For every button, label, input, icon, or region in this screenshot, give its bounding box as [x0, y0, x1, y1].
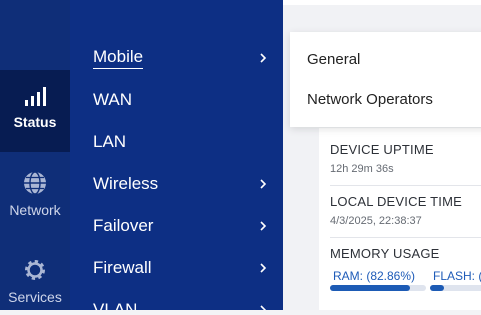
- signal-bars-icon: [25, 87, 46, 106]
- subnav-item-label: VLAN: [93, 300, 138, 310]
- divider: [330, 185, 481, 186]
- subnav-item-label: WAN: [93, 90, 133, 109]
- chevron-right-icon: [260, 305, 267, 310]
- memory-usage-title: MEMORY USAGE: [330, 246, 440, 261]
- flash-usage-bar-fill: [430, 285, 445, 291]
- rail-item-network[interactable]: Network: [0, 158, 70, 238]
- subnav-item-label: LAN: [93, 132, 127, 151]
- device-uptime-title: DEVICE UPTIME: [330, 142, 434, 157]
- flash-usage-bar: [430, 285, 481, 291]
- subnav-item-wan[interactable]: WAN: [93, 85, 268, 115]
- device-uptime-section: DEVICE UPTIME 12h 29m 36s: [330, 142, 481, 175]
- rail-item-label: Status: [13, 114, 57, 130]
- ram-usage-label: RAM: (82.86%): [333, 269, 416, 283]
- flash-usage-label: FLASH: (: [433, 269, 481, 283]
- chevron-right-icon: [260, 221, 267, 231]
- ram-usage-bar-fill: [330, 285, 410, 291]
- device-info-card: DEVICE UPTIME 12h 29m 36s LOCAL DEVICE T…: [319, 128, 481, 310]
- gear-icon: [25, 260, 45, 280]
- chevron-right-icon: [260, 179, 267, 189]
- subnav-item-mobile[interactable]: Mobile: [93, 43, 268, 73]
- memory-usage-section: MEMORY USAGE: [330, 246, 481, 261]
- subnav-item-label: Mobile: [93, 47, 144, 69]
- subnav-item-wireless[interactable]: Wireless: [93, 169, 268, 199]
- subnav-item-firewall[interactable]: Firewall: [93, 253, 268, 283]
- popover-item-general[interactable]: General: [307, 51, 360, 68]
- subnav-item-label: Firewall: [93, 258, 152, 277]
- divider: [330, 237, 481, 238]
- ram-usage-bar: [330, 285, 426, 291]
- rail-item-services[interactable]: Services: [0, 245, 70, 315]
- local-time-section: LOCAL DEVICE TIME 4/3/2025, 22:38:37: [330, 194, 481, 227]
- popover-item-network-operators[interactable]: Network Operators: [307, 91, 433, 108]
- chevron-right-icon: [260, 263, 267, 273]
- rail-item-status[interactable]: Status: [0, 70, 70, 152]
- local-time-title: LOCAL DEVICE TIME: [330, 194, 462, 209]
- subnav-item-label: Failover: [93, 216, 154, 235]
- subnav-item-label: Wireless: [93, 174, 159, 193]
- chevron-right-icon: [260, 53, 267, 63]
- subnav-item-vlan[interactable]: VLAN: [93, 295, 268, 310]
- status-submenu: Mobile WAN LAN Wireless Failover Firewal…: [70, 0, 283, 310]
- rail-item-label: Services: [8, 289, 62, 305]
- top-bar: [283, 0, 481, 5]
- subnav-item-lan[interactable]: LAN: [93, 127, 268, 157]
- primary-nav-rail: Status Network Services: [0, 0, 70, 310]
- rail-item-label: Network: [9, 202, 61, 218]
- globe-icon: [24, 171, 46, 195]
- mobile-submenu-popover: General Network Operators: [290, 32, 481, 127]
- subnav-item-failover[interactable]: Failover: [93, 211, 268, 241]
- device-uptime-value: 12h 29m 36s: [330, 163, 394, 175]
- local-time-value: 4/3/2025, 22:38:37: [330, 215, 422, 227]
